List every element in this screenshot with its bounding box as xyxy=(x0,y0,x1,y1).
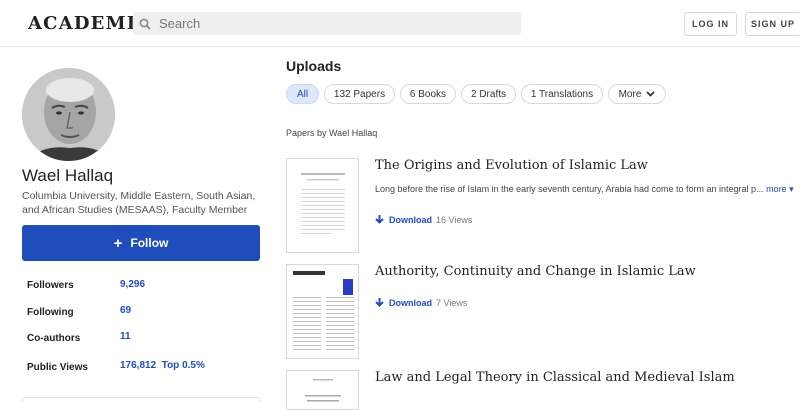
search-bar[interactable] xyxy=(133,12,521,35)
tab-more[interactable]: More xyxy=(608,84,666,104)
more-link[interactable]: more ▾ xyxy=(766,184,794,194)
paper-abstract-1: Long before the rise of Islam in the ear… xyxy=(375,184,794,195)
download-label: Download xyxy=(389,215,432,225)
tab-books[interactable]: 6 Books xyxy=(400,84,456,104)
tab-translations[interactable]: 1 Translations xyxy=(521,84,603,104)
paper-thumbnail[interactable] xyxy=(286,370,359,410)
abstract-text: Long before the rise of Islam in the ear… xyxy=(375,184,764,194)
download-icon xyxy=(375,215,384,224)
search-input[interactable] xyxy=(159,16,499,31)
profile-name: Wael Hallaq xyxy=(22,166,114,185)
stat-label-followers: Followers xyxy=(27,280,74,291)
tab-all[interactable]: All xyxy=(286,84,319,104)
download-button-2[interactable]: Download xyxy=(375,298,432,308)
paper-views-2: 7 Views xyxy=(436,298,468,308)
plus-icon: + xyxy=(113,234,123,252)
follow-button[interactable]: + Follow xyxy=(22,225,260,261)
search-icon xyxy=(139,18,151,30)
paper-thumbnail[interactable] xyxy=(286,158,359,253)
tab-drafts[interactable]: 2 Drafts xyxy=(461,84,516,104)
paper-title-2[interactable]: Authority, Continuity and Change in Isla… xyxy=(375,264,696,279)
tab-more-label: More xyxy=(618,88,642,100)
stat-value-following[interactable]: 69 xyxy=(120,305,131,316)
tab-papers[interactable]: 132 Papers xyxy=(324,84,395,104)
stat-label-following: Following xyxy=(27,307,74,318)
stat-value-coauthors[interactable]: 11 xyxy=(120,331,131,342)
uploads-heading: Uploads xyxy=(286,58,342,74)
signup-button[interactable]: SIGN UP xyxy=(745,12,800,36)
stat-label-public-views: Public Views xyxy=(27,362,88,373)
download-icon xyxy=(375,298,384,307)
download-button-1[interactable]: Download xyxy=(375,215,432,225)
paper-views-1: 16 Views xyxy=(436,215,473,225)
profile-affiliation[interactable]: Columbia University, Middle Eastern, Sou… xyxy=(22,189,262,217)
next-card-edge xyxy=(22,397,260,402)
avatar xyxy=(22,68,115,161)
stat-value-public-views: 176,812 Top 0.5% xyxy=(120,360,205,371)
chevron-down-icon xyxy=(646,91,656,97)
stat-value-followers[interactable]: 9,296 xyxy=(120,279,145,290)
stat-label-coauthors: Co-authors xyxy=(27,333,81,344)
more-label: more xyxy=(766,184,787,194)
paper-thumbnail[interactable] xyxy=(286,264,359,359)
follow-label: Follow xyxy=(130,236,169,250)
paper-title-3[interactable]: Law and Legal Theory in Classical and Me… xyxy=(375,370,735,385)
papers-by-heading: Papers by Wael Hallaq xyxy=(286,128,378,138)
top-header: ACADEMIA LOG IN SIGN UP xyxy=(0,0,800,47)
paper-title-1[interactable]: The Origins and Evolution of Islamic Law xyxy=(375,158,648,173)
login-button[interactable]: LOG IN xyxy=(684,12,737,36)
download-label: Download xyxy=(389,298,432,308)
